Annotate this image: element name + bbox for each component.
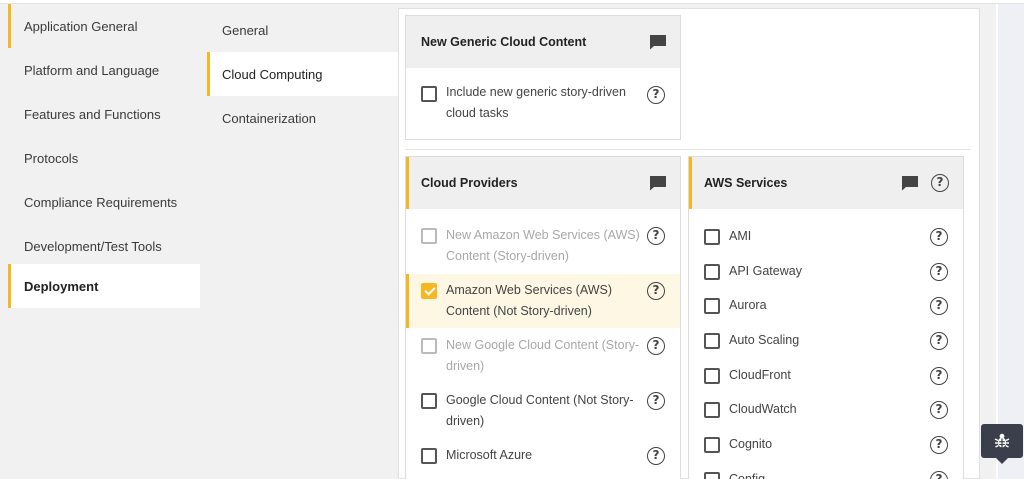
checkbox-label: Microsoft Azure — [446, 448, 533, 462]
help-icon[interactable] — [647, 447, 665, 465]
sub-nav-item-cloud-computing[interactable]: Cloud Computing — [207, 52, 398, 96]
checkbox[interactable] — [704, 298, 720, 314]
checkbox[interactable] — [704, 229, 720, 245]
checkbox-label: Google Cloud Content (Not Story- driven) — [446, 393, 634, 428]
comment-icon[interactable] — [649, 34, 667, 50]
checkbox-label: Amazon Web Services (AWS) Content (Not S… — [446, 283, 613, 318]
left-nav-item-label: Features and Functions — [24, 106, 161, 122]
left-nav-item-compliance[interactable]: Compliance Requirements — [8, 180, 200, 224]
checkbox-label: CloudFront — [729, 368, 791, 382]
panel-header: Cloud Providers — [406, 157, 680, 209]
bug-icon — [994, 433, 1010, 448]
provider-row-google[interactable]: Google Cloud Content (Not Story- driven) — [406, 384, 680, 438]
checkbox-label: AMI — [729, 229, 752, 243]
checkbox[interactable] — [421, 393, 437, 409]
sub-nav-item-label: Containerization — [222, 110, 316, 126]
checkbox[interactable] — [704, 368, 720, 384]
help-icon[interactable] — [647, 392, 665, 410]
comment-icon[interactable] — [901, 175, 919, 191]
panel-title: Cloud Providers — [421, 176, 518, 190]
comment-icon[interactable] — [649, 175, 667, 191]
left-nav-item-label: Development/Test Tools — [24, 238, 162, 254]
checkbox[interactable] — [421, 86, 437, 102]
checkbox-label: Cognito — [729, 437, 773, 451]
checkbox[interactable] — [421, 228, 437, 244]
left-nav-item-application-general[interactable]: Application General — [8, 4, 200, 48]
checkbox-label: Auto Scaling — [729, 333, 800, 347]
checkbox[interactable] — [704, 264, 720, 280]
right-gutter — [998, 4, 1024, 479]
help-icon[interactable] — [930, 436, 948, 454]
checkbox[interactable] — [421, 338, 437, 354]
panel-header: AWS Services — [689, 157, 963, 209]
provider-row-aws-story[interactable]: New Amazon Web Services (AWS) Content (S… — [406, 219, 680, 273]
checkbox[interactable] — [421, 448, 437, 464]
help-icon[interactable] — [930, 228, 948, 246]
checkbox[interactable] — [704, 437, 720, 453]
service-row-ami[interactable]: AMI — [689, 221, 963, 255]
help-icon[interactable] — [930, 367, 948, 385]
sub-nav-item-label: General — [222, 22, 269, 38]
help-icon[interactable] — [647, 282, 665, 300]
sub-nav-item-containerization[interactable]: Containerization — [207, 96, 398, 140]
panel-title: AWS Services — [704, 176, 788, 190]
help-icon[interactable] — [930, 263, 948, 281]
left-nav-item-features-functions[interactable]: Features and Functions — [8, 92, 200, 136]
left-nav-item-protocols[interactable]: Protocols — [8, 136, 200, 180]
left-nav-item-label: Compliance Requirements — [24, 194, 178, 210]
provider-row-aws[interactable]: Amazon Web Services (AWS) Content (Not S… — [406, 274, 680, 328]
checkbox-checked[interactable] — [421, 283, 437, 299]
checkbox-label: Aurora — [729, 298, 767, 312]
help-icon[interactable] — [930, 297, 948, 315]
help-icon[interactable] — [930, 332, 948, 350]
panel-header: New Generic Cloud Content — [406, 16, 680, 68]
left-nav-item-label: Deployment — [24, 278, 99, 294]
left-nav-item-platform-language[interactable]: Platform and Language — [8, 48, 200, 92]
left-nav-item-label: Platform and Language — [24, 62, 160, 78]
checkbox-label: Include new generic story-driven cloud t… — [446, 85, 626, 120]
help-icon[interactable] — [930, 471, 948, 479]
service-row-cloudwatch[interactable]: CloudWatch — [689, 394, 963, 428]
checkbox-row[interactable]: Include new generic story-driven cloud t… — [406, 80, 680, 126]
service-row-config[interactable]: Config — [689, 464, 963, 479]
checkbox-label: CloudWatch — [729, 402, 797, 416]
bug-report-button[interactable] — [981, 424, 1023, 464]
cloud-providers-panel: Cloud Providers New Amazon Web Services … — [405, 156, 681, 479]
checkbox[interactable] — [704, 333, 720, 349]
checkbox-label: Config — [729, 472, 766, 479]
provider-row-google-story[interactable]: New Google Cloud Content (Story- driven) — [406, 329, 680, 383]
service-row-aurora[interactable]: Aurora — [689, 290, 963, 324]
checkbox-label: API Gateway — [729, 264, 802, 278]
service-row-cognito[interactable]: Cognito — [689, 429, 963, 463]
help-icon[interactable] — [647, 227, 665, 245]
help-icon[interactable] — [647, 86, 665, 104]
panel-title: New Generic Cloud Content — [421, 35, 587, 49]
sub-nav-item-label: Cloud Computing — [222, 66, 323, 82]
sub-nav-item-general[interactable]: General — [207, 8, 398, 52]
section-divider — [405, 149, 971, 150]
checkbox[interactable] — [704, 402, 720, 418]
service-row-auto-scaling[interactable]: Auto Scaling — [689, 325, 963, 359]
sub-nav: General Cloud Computing Containerization — [207, 8, 398, 479]
service-row-cloudfront[interactable]: CloudFront — [689, 360, 963, 394]
checkbox-label: New Amazon Web Services (AWS) Content (S… — [446, 228, 640, 263]
checkbox[interactable] — [704, 472, 720, 479]
left-nav-item-label: Application General — [24, 18, 138, 34]
left-nav: Application General Platform and Languag… — [8, 4, 200, 479]
aws-services-panel: AWS Services AMI API Gateway Aurora Auto… — [688, 156, 964, 479]
help-icon[interactable] — [931, 174, 949, 192]
provider-row-azure[interactable]: Microsoft Azure — [406, 439, 680, 479]
checkbox-label: New Google Cloud Content (Story- driven) — [446, 338, 640, 373]
left-nav-item-dev-test-tools[interactable]: Development/Test Tools — [8, 224, 200, 268]
help-icon[interactable] — [647, 337, 665, 355]
help-icon[interactable] — [930, 401, 948, 419]
left-nav-item-label: Protocols — [24, 150, 79, 166]
left-nav-item-deployment[interactable]: Deployment — [8, 264, 200, 308]
generic-cloud-panel: New Generic Cloud Content Include new ge… — [405, 15, 681, 140]
service-row-api-gateway[interactable]: API Gateway — [689, 256, 963, 290]
